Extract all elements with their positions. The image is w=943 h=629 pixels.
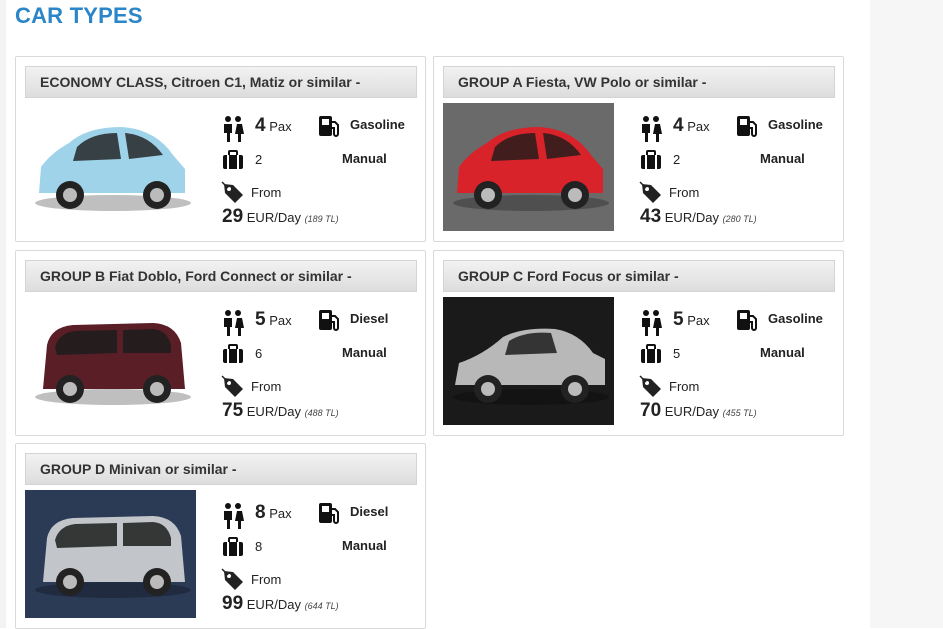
from-label: From	[669, 379, 700, 394]
passengers-icon	[221, 115, 245, 148]
passenger-unit: Pax	[269, 119, 292, 134]
car-photo	[443, 297, 614, 425]
car-photo	[25, 103, 196, 231]
price-amount: 29	[222, 206, 244, 227]
car-card-heading: GROUP B Fiat Doblo, Ford Connect or simi…	[25, 260, 417, 292]
luggage-icon	[222, 344, 244, 369]
price-amount: 75	[222, 400, 244, 421]
price-unit: EUR/Day	[246, 210, 301, 225]
passengers-icon	[221, 502, 245, 535]
passengers: 4 Pax	[255, 115, 292, 137]
luggage-count: 8	[255, 539, 263, 554]
car-photo	[25, 297, 196, 425]
price-amount: 70	[640, 400, 662, 421]
from-label: From	[669, 185, 700, 200]
passenger-unit: Pax	[269, 313, 292, 328]
price-tl: (455 TL)	[722, 408, 757, 418]
transmission: Manual	[342, 345, 387, 360]
passenger-count: 8	[255, 502, 266, 523]
price-unit: EUR/Day	[664, 210, 719, 225]
fuel-type: Diesel	[350, 504, 389, 519]
luggage-count: 2	[673, 152, 681, 167]
fuel-type: Gasoline	[768, 311, 823, 326]
car-photo	[443, 103, 614, 231]
car-card-economy[interactable]: ECONOMY CLASS, Citroen C1, Matiz or simi…	[15, 56, 426, 242]
car-card-group-b[interactable]: GROUP B Fiat Doblo, Ford Connect or simi…	[15, 250, 426, 436]
transmission: Manual	[760, 345, 805, 360]
fuel-type: Gasoline	[350, 117, 405, 132]
price-tl: (280 TL)	[722, 214, 757, 224]
transmission: Manual	[760, 151, 805, 166]
car-card-heading: GROUP C Ford Focus or similar -	[443, 260, 835, 292]
luggage-count: 5	[673, 346, 681, 361]
passengers-icon	[639, 309, 663, 342]
passengers: 5 Pax	[255, 309, 292, 331]
price-unit: EUR/Day	[246, 404, 301, 419]
price: 99 EUR/Day (644 TL)	[222, 593, 339, 615]
passengers: 8 Pax	[255, 502, 292, 524]
luggage-icon	[222, 150, 244, 175]
left-border	[0, 0, 6, 628]
from-label: From	[251, 185, 282, 200]
fuel-pump-icon	[736, 114, 758, 143]
car-card-heading: GROUP A Fiesta, VW Polo or similar -	[443, 66, 835, 98]
from-label: From	[251, 572, 282, 587]
price: 29 EUR/Day (189 TL)	[222, 206, 339, 228]
passenger-unit: Pax	[269, 506, 292, 521]
luggage-icon	[222, 537, 244, 562]
fuel-type: Diesel	[350, 311, 389, 326]
passenger-unit: Pax	[687, 313, 710, 328]
fuel-type: Gasoline	[768, 117, 823, 132]
passenger-unit: Pax	[687, 119, 710, 134]
passengers: 4 Pax	[673, 115, 710, 137]
luggage-count: 2	[255, 152, 263, 167]
passenger-count: 4	[255, 115, 266, 136]
luggage-count: 6	[255, 346, 263, 361]
car-photo	[25, 490, 196, 618]
price-tl: (644 TL)	[304, 601, 339, 611]
price-tl: (189 TL)	[304, 214, 339, 224]
page-title: CAR TYPES	[15, 3, 143, 28]
price-amount: 43	[640, 206, 662, 227]
fuel-pump-icon	[318, 308, 340, 337]
price: 70 EUR/Day (455 TL)	[640, 400, 757, 422]
car-types-page: CAR TYPES ECONOMY CLASS, Citroen C1, Mat…	[0, 0, 870, 629]
passengers-icon	[639, 115, 663, 148]
fuel-pump-icon	[318, 501, 340, 530]
passenger-count: 5	[673, 309, 684, 330]
car-card-group-a[interactable]: GROUP A Fiesta, VW Polo or similar - 4 P…	[433, 56, 844, 242]
price: 43 EUR/Day (280 TL)	[640, 206, 757, 228]
transmission: Manual	[342, 151, 387, 166]
right-gutter	[870, 0, 943, 628]
transmission: Manual	[342, 538, 387, 553]
passengers: 5 Pax	[673, 309, 710, 331]
price-unit: EUR/Day	[246, 597, 301, 612]
price-tl: (488 TL)	[304, 408, 339, 418]
price-amount: 99	[222, 593, 244, 614]
passenger-count: 4	[673, 115, 684, 136]
car-card-group-d[interactable]: GROUP D Minivan or similar - 8 Pax Diese…	[15, 443, 426, 629]
luggage-icon	[640, 150, 662, 175]
car-card-group-c[interactable]: GROUP C Ford Focus or similar - 5 Pax Ga…	[433, 250, 844, 436]
fuel-pump-icon	[736, 308, 758, 337]
price-unit: EUR/Day	[664, 404, 719, 419]
luggage-icon	[640, 344, 662, 369]
car-card-heading: ECONOMY CLASS, Citroen C1, Matiz or simi…	[25, 66, 417, 98]
price: 75 EUR/Day (488 TL)	[222, 400, 339, 422]
from-label: From	[251, 379, 282, 394]
fuel-pump-icon	[318, 114, 340, 143]
car-card-heading: GROUP D Minivan or similar -	[25, 453, 417, 485]
passenger-count: 5	[255, 309, 266, 330]
passengers-icon	[221, 309, 245, 342]
